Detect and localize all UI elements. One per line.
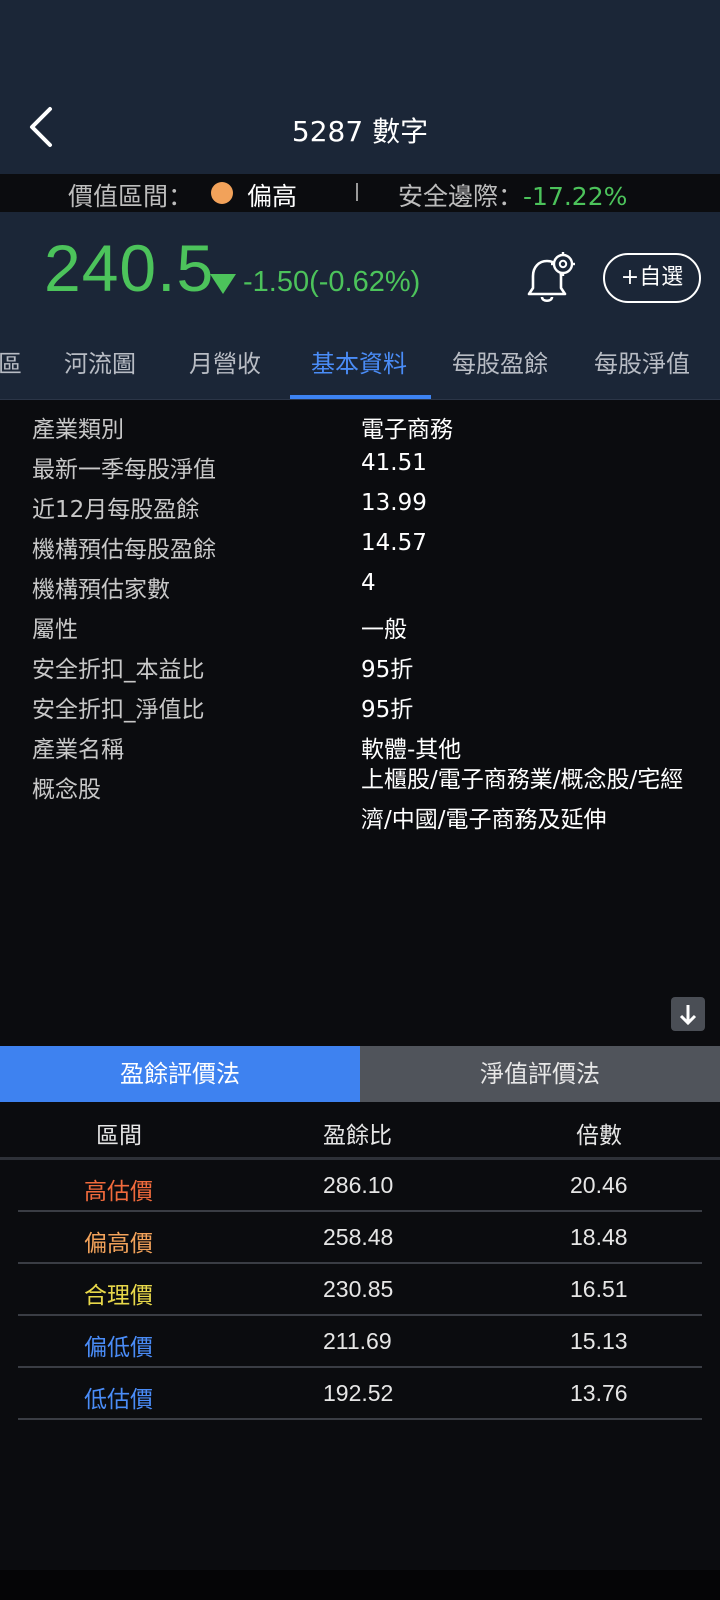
pe-value: 192.52 (323, 1380, 394, 1406)
info-label: 安全折扣_本益比 (32, 657, 205, 683)
multiple-value: 20.46 (570, 1172, 628, 1198)
info-value: 軟體-其他 (361, 737, 462, 763)
tab-monthly-revenue[interactable]: 月營收 (189, 344, 261, 379)
app-header: 5287 數字 (0, 0, 720, 174)
column-header-multiple: 倍數 (576, 1123, 622, 1149)
tab-eps-valuation[interactable]: 盈餘評價法 (0, 1046, 360, 1102)
info-label: 機構預估每股盈餘 (32, 537, 216, 563)
pe-value: 230.85 (323, 1276, 394, 1302)
table-row: 偏高價 258.48 18.48 (18, 1212, 702, 1264)
info-label: 安全折扣_淨值比 (32, 697, 205, 723)
info-label: 產業類別 (32, 417, 124, 443)
valuation-table-header: 區間 盈餘比 倍數 (0, 1102, 720, 1160)
tab-eps[interactable]: 每股盈餘 (452, 344, 548, 379)
pe-value: 211.69 (323, 1328, 392, 1354)
price-change: -1.50(-0.62%) (243, 266, 421, 298)
tab-basic-info[interactable]: 基本資料 (311, 344, 407, 379)
table-row: 低估價 192.52 13.76 (18, 1368, 702, 1420)
info-value: 上櫃股/電子商務業/概念股/宅經濟/中國/電子商務及延伸 (361, 767, 684, 833)
info-value: 95折 (361, 657, 414, 683)
tab-nav-per-share[interactable]: 每股淨值 (594, 344, 690, 379)
bell-settings-icon (527, 252, 575, 303)
info-value: 41.51 (361, 450, 427, 476)
pe-value: 286.10 (323, 1172, 394, 1198)
value-level-dot-icon (211, 182, 233, 204)
info-value: 13.99 (361, 490, 427, 516)
down-arrow-icon (210, 274, 236, 294)
column-header-pe: 盈餘比 (323, 1123, 392, 1149)
price-alert-button[interactable] (523, 252, 575, 306)
pe-value: 258.48 (323, 1224, 394, 1250)
info-value: 95折 (361, 697, 414, 723)
price-level: 高估價 (84, 1179, 153, 1205)
multiple-value: 13.76 (570, 1380, 628, 1406)
tab-bar: 區 河流圖 月營收 基本資料 每股盈餘 每股淨值 (0, 322, 720, 400)
info-value: 一般 (361, 617, 407, 643)
navigation-bar (0, 1570, 720, 1600)
arrow-down-icon (679, 1005, 697, 1026)
info-label: 產業名稱 (32, 737, 124, 763)
multiple-value: 18.48 (570, 1224, 628, 1250)
tab-partial[interactable]: 區 (0, 344, 22, 379)
value-range-level: 偏高 (247, 182, 298, 211)
price-level: 低估價 (84, 1387, 153, 1413)
current-price: 240.5 (44, 231, 215, 305)
info-value: 4 (361, 570, 376, 596)
quote-bar: 240.5 -1.50(-0.62%) +自選 (0, 212, 720, 322)
info-value: 14.57 (361, 530, 427, 556)
multiple-value: 15.13 (570, 1328, 628, 1354)
active-tab-indicator (290, 395, 431, 399)
info-label: 最新一季每股淨值 (32, 457, 216, 483)
table-row: 偏低價 211.69 15.13 (18, 1316, 702, 1368)
column-header-range: 區間 (96, 1123, 142, 1149)
price-level: 合理價 (84, 1283, 153, 1309)
value-range-bar: 價值區間： 偏高 安全邊際：-17.22% (0, 174, 720, 212)
add-watchlist-button[interactable]: +自選 (603, 253, 701, 303)
info-label: 近12月每股盈餘 (32, 497, 200, 523)
price-level: 偏高價 (84, 1231, 153, 1257)
safety-margin-value: -17.22% (523, 182, 628, 211)
value-range-label: 價值區間： (68, 182, 194, 211)
scroll-down-button[interactable] (671, 997, 705, 1031)
tab-nav-valuation[interactable]: 淨值評價法 (360, 1046, 720, 1102)
divider (356, 183, 358, 201)
table-row: 高估價 286.10 20.46 (18, 1160, 702, 1212)
info-value: 電子商務 (361, 417, 453, 443)
page-title: 5287 數字 (291, 115, 429, 148)
tab-river-chart[interactable]: 河流圖 (64, 344, 136, 379)
safety-margin-label: 安全邊際： (398, 182, 524, 211)
info-label: 概念股 (32, 777, 101, 803)
info-label: 屬性 (32, 617, 78, 643)
multiple-value: 16.51 (570, 1276, 628, 1302)
info-label: 機構預估家數 (32, 577, 170, 603)
price-level: 偏低價 (84, 1335, 153, 1361)
safety-margin: 安全邊際：-17.22% (398, 177, 627, 213)
table-row: 合理價 230.85 16.51 (18, 1264, 702, 1316)
